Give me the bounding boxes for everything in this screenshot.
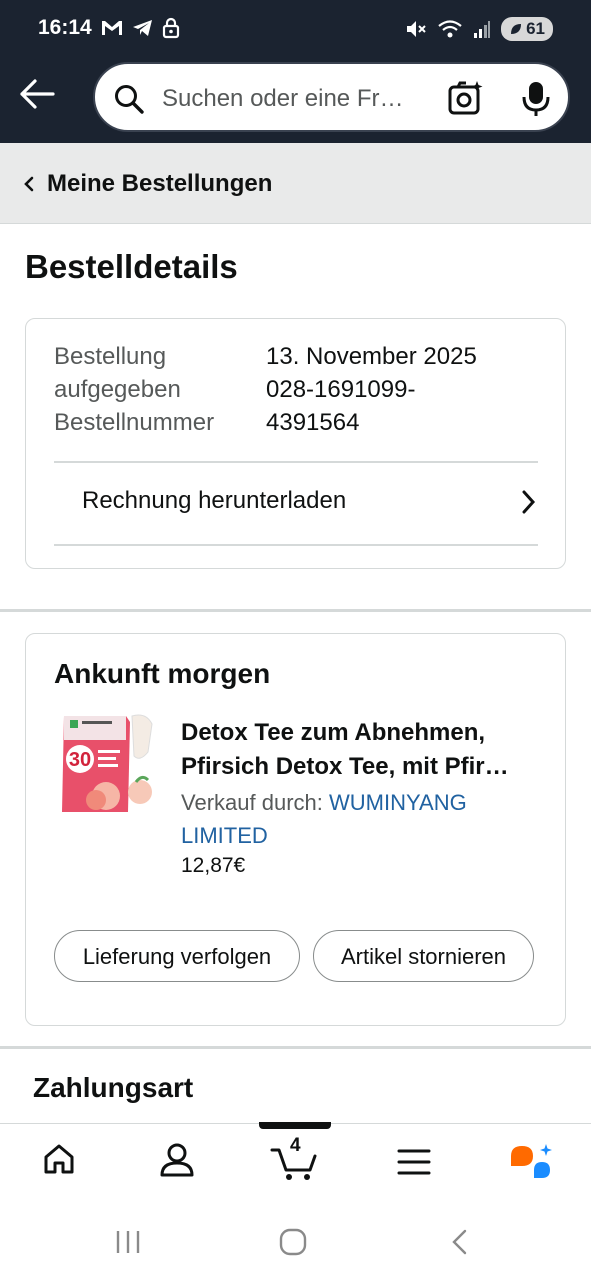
payment-method-heading: Zahlungsart (33, 1072, 194, 1103)
product-price: 12,87€ (181, 854, 246, 877)
order-number-label: Bestellnummer (54, 409, 215, 436)
cart-count-badge: 4 (290, 1135, 301, 1156)
battery-indicator: 61 (501, 17, 553, 41)
lock-icon (162, 17, 180, 39)
telegram-icon (133, 20, 152, 36)
recent-apps-icon[interactable] (114, 1229, 142, 1255)
system-back-icon[interactable] (448, 1228, 470, 1256)
product-image[interactable]: 30 (56, 712, 156, 820)
order-date-label-line1: Bestellung (54, 343, 167, 370)
order-date-label-line2: aufgegeben (54, 376, 181, 403)
mute-icon (407, 21, 426, 37)
cancel-item-button[interactable]: Artikel stornieren (313, 930, 534, 982)
chevron-left-icon (24, 176, 34, 192)
download-invoice-label[interactable]: Rechnung herunterladen (82, 487, 346, 515)
status-system-icons: 61 (405, 17, 553, 41)
home-icon[interactable] (42, 1142, 76, 1176)
wifi-icon (438, 20, 462, 38)
account-icon[interactable] (159, 1142, 195, 1178)
system-navigation-bar (0, 1203, 591, 1280)
status-bar: 16:14 61 (0, 0, 591, 58)
order-number-value-line1: 028-1691099- (266, 376, 416, 403)
order-number-value-line2: 4391564 (266, 409, 360, 436)
section-separator (0, 1046, 591, 1049)
track-delivery-button[interactable]: Lieferung verfolgen (54, 930, 300, 982)
product-title-link[interactable]: Detox Tee zum Abnehmen, Pfirsich Detox T… (181, 716, 541, 784)
bottom-navigation: 4 (0, 1122, 591, 1203)
active-tab-indicator (259, 1122, 331, 1129)
thumbnail-badge-text: 30 (69, 749, 91, 771)
chevron-right-icon (522, 490, 536, 514)
seller-link[interactable]: WUMINYANG (329, 790, 467, 815)
status-notification-icons (100, 17, 180, 39)
battery-saver-icon (511, 24, 522, 34)
product-title-line2[interactable]: Pfirsich Detox Tee, mit Pfir… (181, 750, 541, 784)
home-button-icon[interactable] (278, 1227, 308, 1257)
breadcrumb-label[interactable]: Meine Bestellungen (47, 170, 272, 198)
camera-lens-icon[interactable] (447, 79, 485, 117)
back-arrow-icon[interactable] (18, 76, 56, 112)
status-time: 16:14 (38, 16, 92, 39)
shipment-card: Ankunft morgen 30 Detox Tee zum Abnehmen… (25, 633, 566, 1026)
divider (54, 544, 538, 546)
order-date-value: 13. November 2025 (266, 343, 477, 370)
product-thumbnail[interactable]: 30 (56, 712, 156, 820)
order-summary-card: Bestellung aufgegeben Bestellnummer 13. … (25, 318, 566, 569)
search-bar[interactable]: Suchen oder eine Fr… (93, 62, 570, 132)
seller-info: Verkauf durch: WUMINYANG LIMITED (181, 786, 541, 852)
signal-icon (474, 21, 491, 38)
section-separator (0, 609, 591, 612)
menu-icon[interactable] (397, 1148, 431, 1176)
delivery-status-heading: Ankunft morgen (54, 658, 271, 689)
search-input[interactable]: Suchen oder eine Fr… (162, 85, 427, 113)
download-invoice-link[interactable]: Rechnung herunterladen (54, 463, 538, 543)
gmail-icon (102, 21, 122, 35)
breadcrumb[interactable]: Meine Bestellungen (0, 143, 591, 224)
seller-link-line2[interactable]: LIMITED (181, 823, 268, 848)
app-header: 16:14 61 Suchen oder eine Fr… (0, 0, 591, 143)
battery-level: 61 (526, 19, 545, 38)
page-title: Bestelldetails (25, 248, 238, 285)
product-title-line1[interactable]: Detox Tee zum Abnehmen, (181, 716, 541, 750)
search-icon (115, 85, 144, 114)
rufus-ai-icon[interactable] (508, 1142, 556, 1182)
microphone-icon[interactable] (521, 80, 551, 118)
seller-prefix: Verkauf durch: (181, 790, 323, 815)
